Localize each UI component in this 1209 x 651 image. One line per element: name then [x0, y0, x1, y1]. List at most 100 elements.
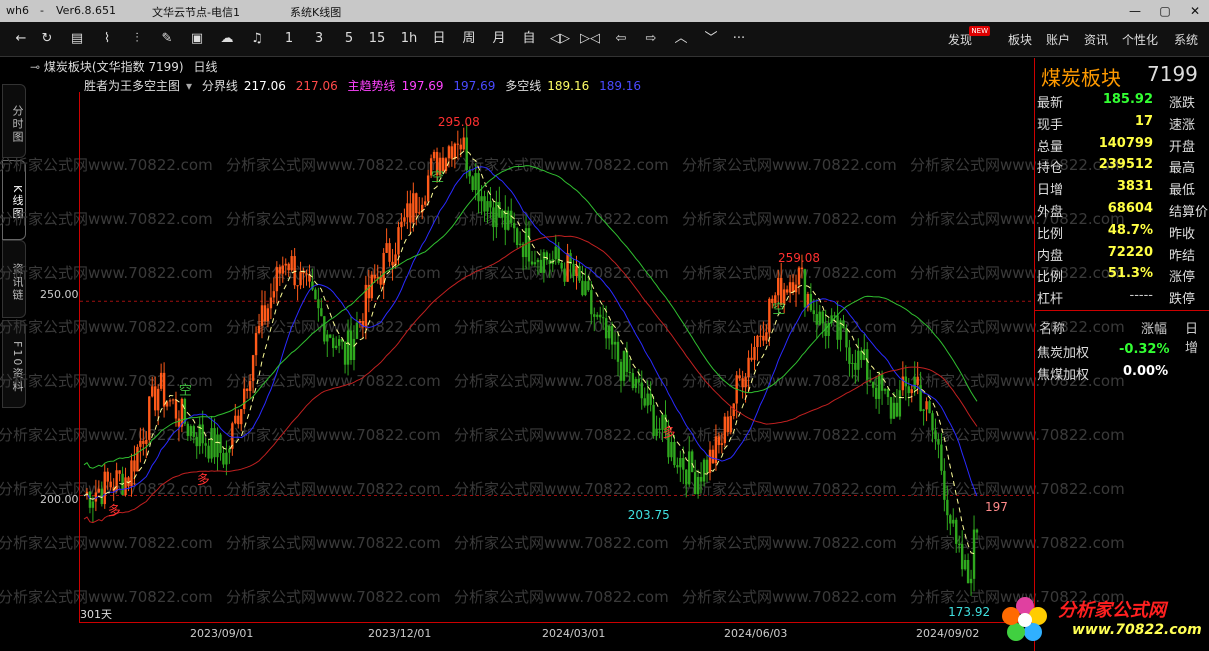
period-3[interactable]: 3 [310, 29, 328, 49]
system-button[interactable]: 系统 [1174, 31, 1198, 48]
link-icon[interactable]: ⊸ [30, 60, 40, 74]
candle-body [391, 261, 394, 266]
kline-chart[interactable]: 295.08259.08203.75173.92197多多多空空空 [80, 92, 1033, 622]
candle-body [779, 277, 783, 305]
candle-body [610, 325, 614, 345]
tab-f10[interactable]: F10资料 [2, 320, 26, 408]
main-indicator-name[interactable]: 胜者为王多空主图 [84, 79, 180, 93]
candle-body [293, 256, 296, 286]
period-1h[interactable]: 1h [400, 29, 418, 49]
candle-body [314, 289, 317, 300]
discover-label: 发现 [948, 33, 973, 47]
candle-body [174, 399, 178, 419]
related-name-2: 焦煤加权 [1037, 368, 1090, 383]
candle-body [898, 390, 902, 417]
candle-body [969, 578, 973, 584]
instrument-code: 7199 [1147, 62, 1198, 86]
quote-key-right: 速涨 [1169, 117, 1196, 133]
zoom-out-icon[interactable]: ▷◁ [580, 29, 600, 49]
bell-icon[interactable]: ♫ [248, 29, 266, 49]
quote-value: 51.3% [1107, 266, 1153, 282]
refresh-icon[interactable]: ↻ [38, 29, 56, 49]
candle-body [352, 338, 356, 361]
minimize-icon[interactable]: — [1120, 0, 1150, 22]
period-1[interactable]: 1 [280, 29, 298, 49]
symbol-label[interactable]: 煤炭板块(文华指数 7199) [44, 60, 184, 74]
kline-icon[interactable]: ⫶ [128, 29, 146, 49]
sub-header-change: 涨幅 [1141, 322, 1168, 337]
timeshare-icon[interactable]: ⌇ [98, 29, 116, 49]
annotation-high-2: 259.08 [778, 251, 820, 265]
candle-body [281, 265, 284, 274]
candle-body [643, 398, 646, 406]
candle-body [655, 428, 658, 436]
brand-logo: 分析家公式网 www.70822.com [1000, 592, 1205, 648]
candle-body [685, 469, 688, 485]
down-icon[interactable]: ﹀ [702, 29, 720, 49]
candle-body [581, 280, 584, 296]
quote-row: 比例 51.3% 涨停 [1037, 266, 1209, 288]
candle-body [426, 175, 430, 202]
candle-body [287, 263, 290, 271]
period-day[interactable]: 日 [430, 29, 448, 49]
candle-body [222, 452, 225, 465]
annotation-low-2: 173.92 [948, 605, 990, 619]
account-button[interactable]: 账户 [1046, 31, 1070, 48]
close-icon[interactable]: ✕ [1180, 0, 1209, 22]
period-5[interactable]: 5 [340, 29, 358, 49]
candle-body [254, 333, 258, 356]
quote-row: 总量 140799 开盘 [1037, 136, 1209, 158]
back-icon[interactable]: ← [12, 29, 30, 49]
right-icon[interactable]: ⇨ [642, 29, 660, 49]
period-week[interactable]: 周 [460, 29, 478, 49]
candle-body [711, 449, 715, 464]
candle-body [207, 445, 210, 459]
legend-value-1: 217.06 [243, 79, 286, 93]
candle-body [874, 387, 878, 399]
candle-body [800, 267, 804, 270]
candle-body [423, 201, 427, 205]
tab-kline[interactable]: K线图 [2, 160, 26, 240]
draw-icon[interactable]: ✎ [158, 29, 176, 49]
f10-icon[interactable]: ▣ [188, 29, 206, 49]
quote-row: 最新 185.92 涨跌 [1037, 92, 1209, 114]
period-label[interactable]: 日线 [193, 60, 217, 74]
candle-body [515, 228, 519, 245]
up-icon[interactable]: ︿ [672, 29, 690, 49]
candle-body [275, 267, 279, 292]
more-icon[interactable]: ··· [730, 29, 748, 49]
maximize-icon[interactable]: ▢ [1150, 0, 1180, 22]
discover-button[interactable]: 发现 NEW [948, 26, 991, 48]
list-item[interactable]: 焦炭加权 -0.32% [1037, 342, 1170, 361]
server-label: 文华云节点-电信1 [152, 6, 240, 19]
buy-signal-2: 多 [197, 472, 210, 488]
quote-key: 现手 [1037, 117, 1064, 133]
quote-key: 比例 [1037, 226, 1064, 242]
dropdown-icon[interactable]: ▾ [186, 79, 192, 93]
cloud-icon[interactable]: ☁ [218, 29, 236, 49]
tab-news[interactable]: 资讯链 [2, 240, 26, 318]
candle-body [498, 201, 501, 218]
quote-key-right: 涨停 [1169, 270, 1196, 286]
quote-list-icon[interactable]: ▤ [68, 29, 86, 49]
candle-body [527, 228, 531, 262]
y-tick-200: 200.00 [40, 493, 79, 506]
candle-body [699, 476, 703, 482]
quote-value: 239512 [1098, 157, 1153, 173]
quote-value: 72220 [1107, 244, 1153, 260]
period-month[interactable]: 月 [490, 29, 508, 49]
candle-body [332, 337, 335, 349]
zoom-in-icon[interactable]: ◁▷ [550, 29, 570, 49]
sector-button[interactable]: 板块 [1008, 31, 1032, 48]
sell-signal-2: 空 [431, 170, 444, 185]
candle-body [972, 529, 976, 579]
custom-period-icon[interactable]: 自 [520, 29, 538, 49]
candle-body [263, 305, 267, 322]
news-button[interactable]: 资讯 [1084, 31, 1108, 48]
candle-body [474, 173, 477, 190]
left-icon[interactable]: ⇦ [612, 29, 630, 49]
tab-timeshare[interactable]: 分时图 [2, 84, 26, 158]
period-15[interactable]: 15 [368, 29, 386, 49]
personalize-button[interactable]: 个性化 [1122, 31, 1158, 48]
list-item[interactable]: 焦煤加权 0.00% [1037, 364, 1168, 383]
